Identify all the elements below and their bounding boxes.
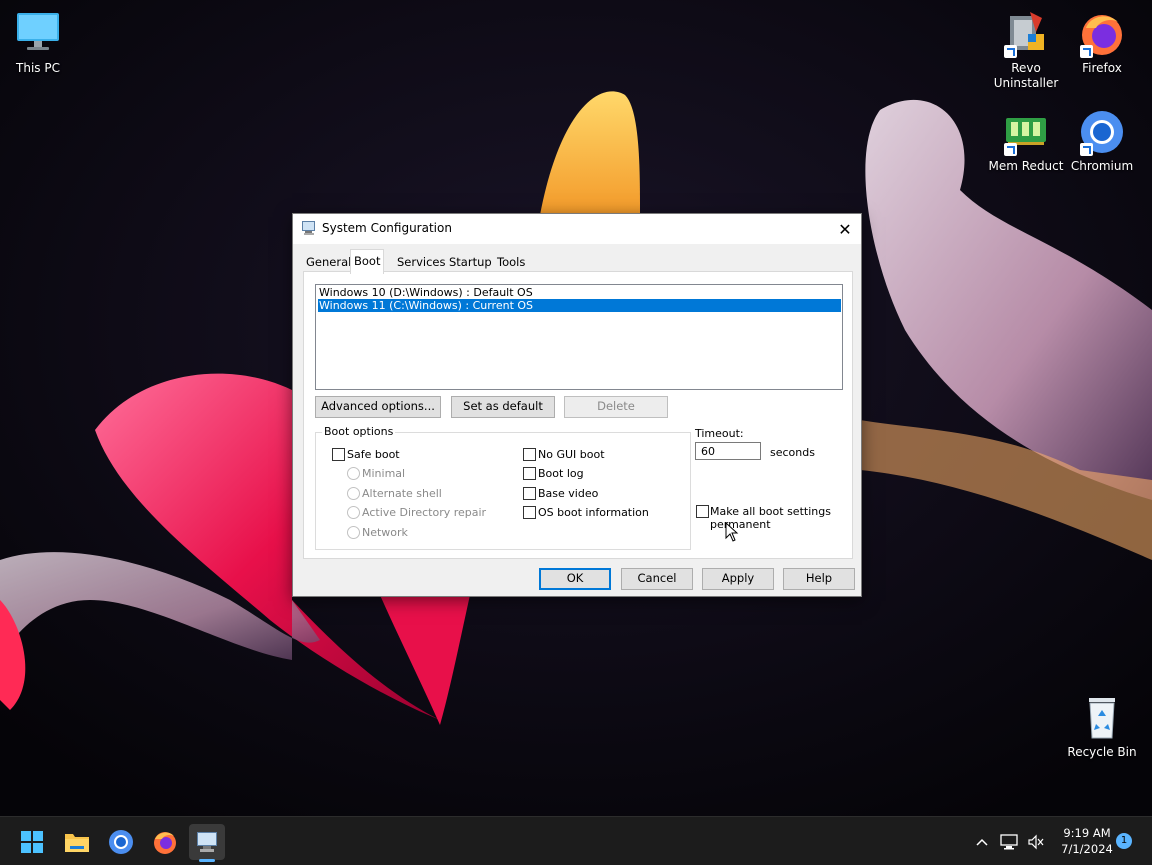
tray-clock[interactable]: 9:19 AM 7/1/2024 (1058, 825, 1116, 857)
desktop-icon-this-pc[interactable]: This PC (0, 10, 78, 76)
desktop-icon-recycle-bin[interactable]: Recycle Bin (1062, 694, 1142, 760)
chromium-icon (1078, 108, 1126, 156)
firefox-icon (154, 832, 176, 854)
help-button[interactable]: Help (783, 568, 855, 590)
ad-repair-radio[interactable] (347, 506, 360, 519)
ad-repair-label: Active Directory repair (362, 506, 487, 519)
minimal-radio[interactable] (347, 467, 360, 480)
firefox-icon (1078, 10, 1126, 58)
notification-badge[interactable]: 1 (1116, 833, 1132, 849)
timeout-label: Timeout: (695, 427, 744, 440)
speaker-muted-icon (1028, 834, 1044, 850)
alternate-shell-radio[interactable] (347, 487, 360, 500)
no-gui-boot-label: No GUI boot (538, 448, 605, 461)
shortcut-arrow-icon (1080, 45, 1093, 58)
taskbar-firefox[interactable] (147, 824, 183, 860)
desktop-icon-revo-uninstaller[interactable]: Revo Uninstaller (986, 10, 1066, 91)
revo-uninstaller-icon (1002, 10, 1050, 58)
make-permanent-label-line2: permanent (710, 518, 771, 531)
tab-services[interactable]: Services (394, 252, 449, 272)
timeout-unit-label: seconds (770, 446, 815, 459)
taskbar: 9:19 AM 7/1/2024 1 (0, 816, 1152, 865)
taskbar-chromium[interactable] (103, 824, 139, 860)
desktop-icon-firefox[interactable]: Firefox (1062, 10, 1142, 76)
taskbar-system-configuration[interactable] (189, 824, 225, 860)
shortcut-arrow-icon (1004, 45, 1017, 58)
close-button[interactable]: ✕ (829, 214, 861, 244)
msconfig-icon (301, 220, 317, 236)
desktop-icon-label: Mem Reduct (988, 159, 1064, 173)
desktop-icon-chromium[interactable]: Chromium (1062, 108, 1142, 174)
msconfig-icon (197, 832, 217, 852)
make-permanent-checkbox[interactable] (696, 505, 709, 518)
monitor-icon (14, 10, 62, 58)
set-as-default-button[interactable]: Set as default (451, 396, 555, 418)
timeout-input[interactable]: 60 (695, 442, 761, 460)
safe-boot-checkbox[interactable] (332, 448, 345, 461)
close-icon: ✕ (838, 219, 852, 239)
ok-button[interactable]: OK (539, 568, 611, 590)
base-video-label: Base video (538, 487, 599, 500)
network-radio[interactable] (347, 526, 360, 539)
desktop-icon-label: Chromium (1070, 159, 1134, 173)
clock-time: 9:19 AM (1063, 826, 1111, 840)
cancel-button[interactable]: Cancel (621, 568, 693, 590)
os-list-item[interactable]: Windows 10 (D:\Windows) : Default OS (318, 286, 841, 299)
title-bar[interactable]: System Configuration ✕ (293, 214, 861, 244)
taskbar-file-explorer[interactable] (59, 824, 95, 860)
alternate-shell-label: Alternate shell (362, 487, 442, 500)
shortcut-arrow-icon (1004, 143, 1017, 156)
desktop-icon-label: Firefox (1082, 61, 1122, 75)
network-icon (1000, 834, 1018, 850)
chevron-up-icon (976, 838, 988, 846)
tab-startup[interactable]: Startup (446, 252, 495, 272)
tab-tools[interactable]: Tools (494, 252, 528, 272)
active-app-indicator (199, 859, 215, 862)
tab-boot[interactable]: Boot (350, 249, 385, 274)
start-button[interactable] (14, 824, 50, 860)
desktop-icon-mem-reduct[interactable]: Mem Reduct (986, 108, 1066, 174)
system-configuration-dialog: System Configuration ✕ General Boot Serv… (292, 213, 862, 597)
os-listbox[interactable]: Windows 10 (D:\Windows) : Default OS Win… (315, 284, 843, 390)
boot-options-legend: Boot options (322, 425, 396, 438)
mouse-cursor-icon (725, 522, 739, 542)
boot-options-group: Boot options Safe boot Minimal Alternate… (315, 425, 691, 550)
base-video-checkbox[interactable] (523, 487, 536, 500)
desktop-icon-label: Uninstaller (993, 76, 1059, 90)
make-permanent-label: Make all boot settings (710, 505, 831, 518)
boot-tab-panel: Windows 10 (D:\Windows) : Default OS Win… (303, 271, 853, 559)
desktop-icon-label: Revo (1011, 61, 1041, 75)
minimal-label: Minimal (362, 467, 406, 480)
network-label: Network (362, 526, 408, 539)
shortcut-arrow-icon (1080, 143, 1093, 156)
delete-button[interactable]: Delete (564, 396, 668, 418)
desktop-icon-label: Recycle Bin (1067, 745, 1137, 759)
safe-boot-label: Safe boot (347, 448, 400, 461)
boot-log-label: Boot log (538, 467, 584, 480)
recycle-bin-icon (1078, 694, 1126, 742)
advanced-options-button[interactable]: Advanced options... (315, 396, 441, 418)
os-list-item-selected[interactable]: Windows 11 (C:\Windows) : Current OS (318, 299, 841, 312)
os-boot-info-checkbox[interactable] (523, 506, 536, 519)
clock-date: 7/1/2024 (1061, 842, 1113, 856)
no-gui-boot-checkbox[interactable] (523, 448, 536, 461)
mem-reduct-icon (1002, 108, 1050, 156)
windows-logo-icon (21, 831, 43, 853)
dialog-title: System Configuration (322, 221, 452, 235)
desktop-icon-label: This PC (16, 61, 60, 75)
chromium-icon (109, 830, 133, 854)
boot-log-checkbox[interactable] (523, 467, 536, 480)
apply-button[interactable]: Apply (702, 568, 774, 590)
tab-general[interactable]: General (303, 252, 354, 272)
os-boot-info-label: OS boot information (538, 506, 649, 519)
folder-icon (65, 834, 89, 852)
tray-volume[interactable] (1020, 824, 1052, 860)
